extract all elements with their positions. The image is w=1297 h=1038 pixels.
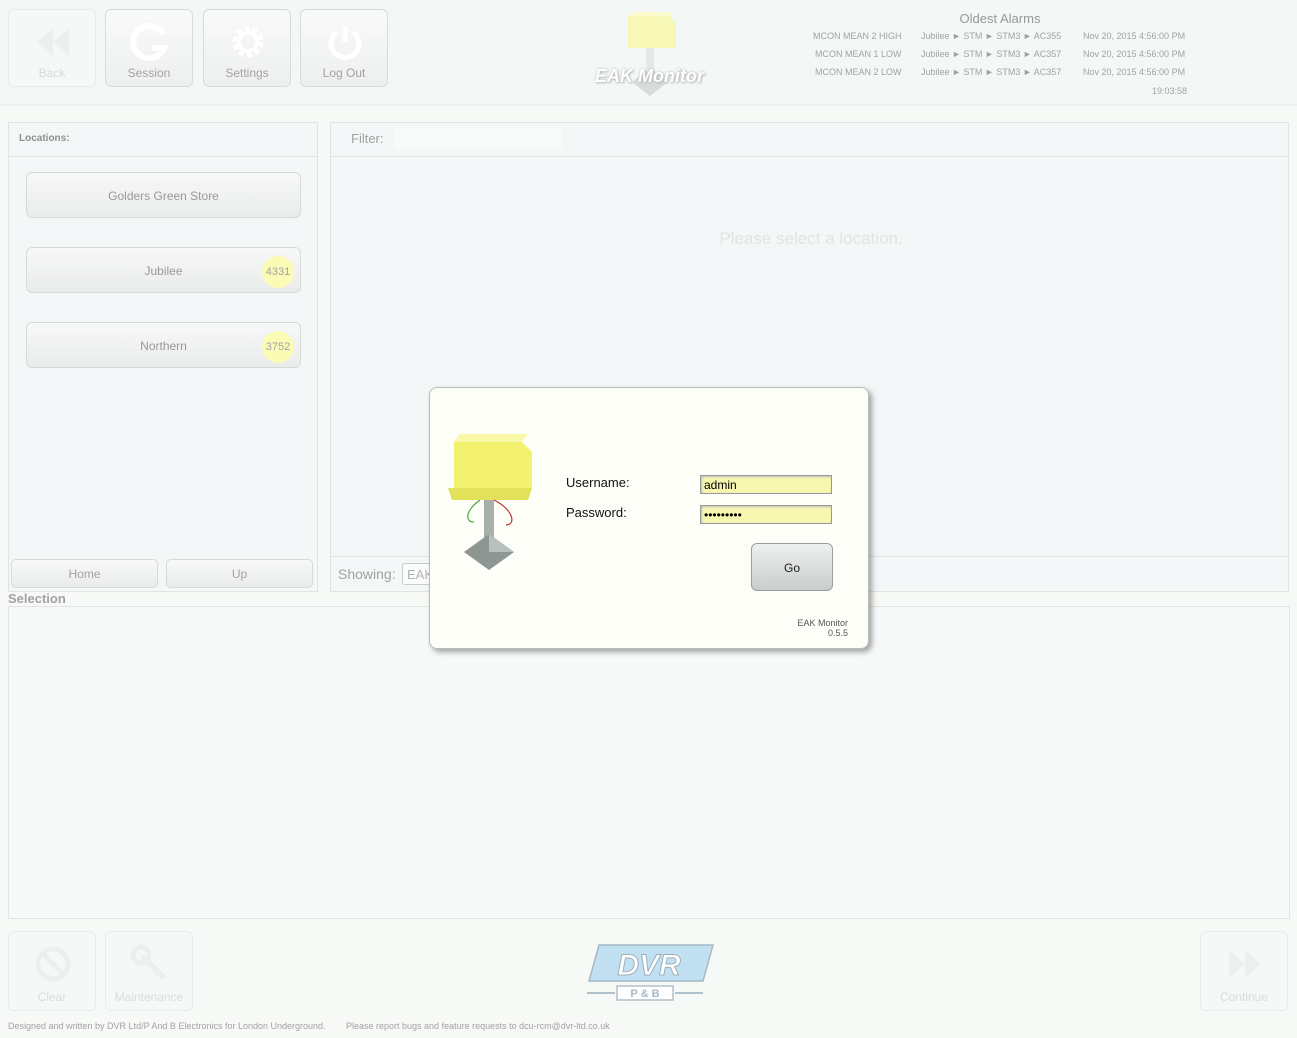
app-name: EAK Monitor (797, 618, 848, 628)
username-label: Username: (566, 475, 630, 490)
eak-device-icon (448, 434, 532, 570)
password-input[interactable] (700, 505, 832, 524)
password-label: Password: (566, 505, 627, 520)
login-dialog: Username: Password: Go EAK Monitor 0.5.5 (429, 387, 869, 649)
go-button[interactable]: Go (751, 543, 833, 591)
app-version: 0.5.5 (827, 628, 848, 638)
username-input[interactable] (700, 475, 832, 494)
